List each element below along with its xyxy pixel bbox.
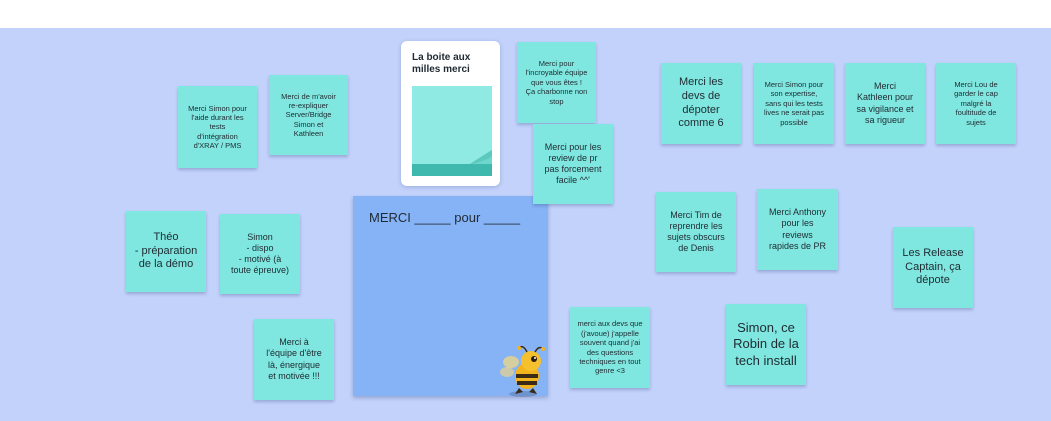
sticky-note[interactable]: Simon, ce Robin de la tech install xyxy=(726,304,806,385)
sticky-note[interactable]: Les Release Captain, ça dépote xyxy=(893,227,973,308)
sticky-note[interactable]: Merci à l'équipe d'être là, énergique et… xyxy=(254,319,334,400)
sticky-note[interactable]: Merci les devs de dépoter comme 6 xyxy=(661,63,741,144)
sticky-note[interactable]: Merci Tim de reprendre les sujets obscur… xyxy=(656,192,736,272)
merci-template-text: MERCI _____ pour _____ xyxy=(369,210,521,225)
mailbox-title-card[interactable]: La boite aux milles merci xyxy=(401,41,500,186)
sticky-note[interactable]: Merci Simon pour l'aide durant les tests… xyxy=(178,86,257,168)
top-toolbar-area xyxy=(0,0,1051,28)
sticky-notes-stack-icon xyxy=(412,86,492,176)
sticky-note[interactable]: Merci Kathleen pour sa vigilance et sa r… xyxy=(845,63,925,144)
sticky-note[interactable]: Simon - dispo - motivé (à toute épreuve) xyxy=(220,214,300,294)
sticky-note[interactable]: merci aux devs que (j'avoue) j'appelle s… xyxy=(570,307,650,388)
sticky-note[interactable]: Merci Lou de garder le cap malgré la fou… xyxy=(936,63,1016,144)
sticky-note[interactable]: Merci pour l'incroyable équipe que vous … xyxy=(517,42,596,123)
sticky-note[interactable]: Merci de m'avoir re-expliquer Server/Bri… xyxy=(269,75,348,155)
bee-mascot-sticker[interactable] xyxy=(497,344,549,398)
sticky-note[interactable]: Merci Anthony pour les reviews rapides d… xyxy=(757,189,838,270)
sticky-note[interactable]: Merci pour les review de pr pas forcemen… xyxy=(533,124,613,204)
card-title: La boite aux milles merci xyxy=(412,52,471,75)
sticky-note[interactable]: Théo - préparation de la démo xyxy=(126,211,206,292)
sticky-note[interactable]: Merci Simon pour son expertise, sans qui… xyxy=(754,63,834,144)
